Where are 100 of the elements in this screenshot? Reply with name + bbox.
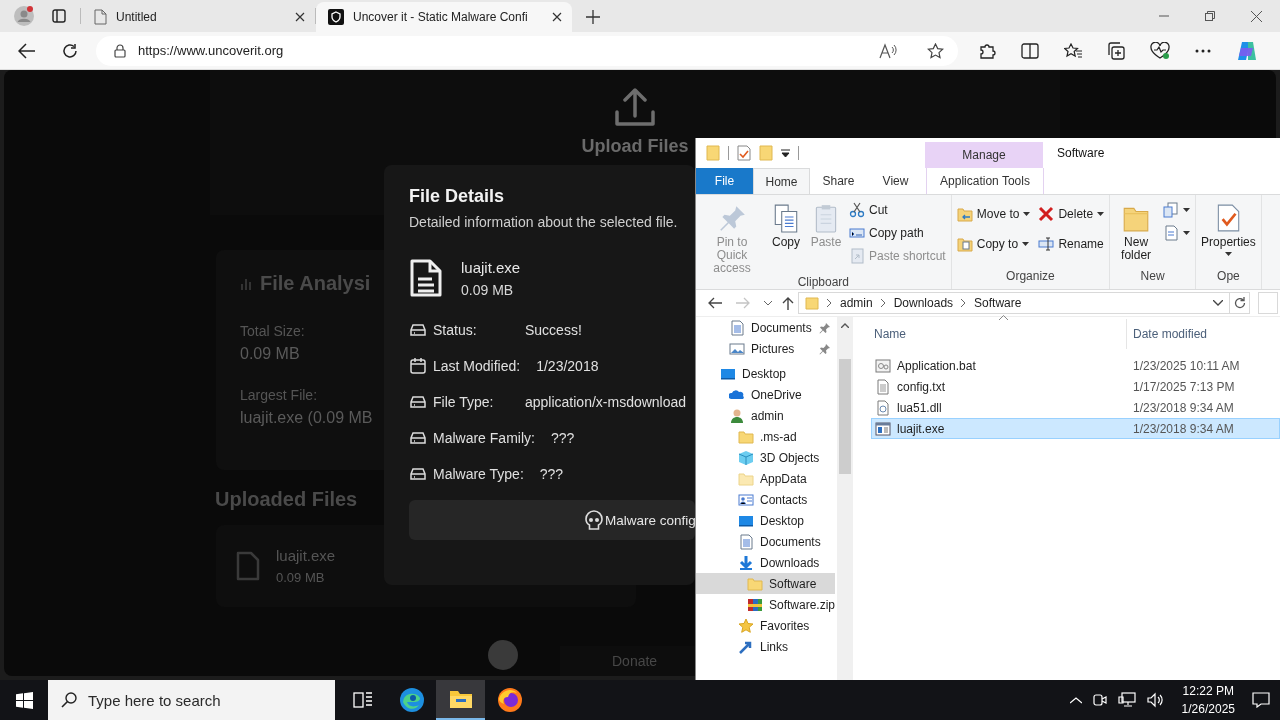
ribbon-tab[interactable]: File: [696, 168, 753, 194]
ribbon-button[interactable]: Copy to: [954, 233, 1033, 255]
column-header[interactable]: Name: [874, 327, 906, 341]
copilot-icon[interactable]: [1236, 39, 1258, 62]
caret-icon[interactable]: [781, 149, 790, 157]
windows-logo-icon[interactable]: [15, 691, 33, 709]
clock[interactable]: 12:22 PM 1/26/2025: [1181, 682, 1235, 718]
tree-item[interactable]: admin: [696, 405, 835, 426]
ribbon-tab[interactable]: Share: [810, 168, 867, 194]
folder-icon: [738, 470, 754, 487]
chevron-up-icon[interactable]: [1069, 696, 1082, 704]
up-arrow-icon[interactable]: [782, 296, 794, 310]
tree-item[interactable]: Favorites: [696, 615, 835, 636]
scrollbar-thumb[interactable]: [839, 359, 851, 474]
close-icon[interactable]: [295, 12, 305, 22]
malware-config-button[interactable]: Malware config: [409, 500, 695, 540]
lock-icon: [114, 43, 126, 58]
profile-avatar-icon[interactable]: [14, 6, 34, 26]
folder-icon[interactable]: [448, 689, 473, 709]
ribbon-button[interactable]: Copy path: [847, 222, 948, 244]
firefox-icon[interactable]: [496, 687, 523, 713]
ribbon-button[interactable]: [1161, 199, 1193, 221]
read-aloud-icon[interactable]: [879, 42, 897, 59]
browser-tab[interactable]: Untitled: [81, 2, 315, 32]
easy-access-icon: [1163, 225, 1180, 241]
tree-item[interactable]: Documents: [696, 531, 835, 552]
new-tab-icon[interactable]: [586, 10, 600, 24]
browser-tab[interactable]: Uncover it - Static Malware Confi: [316, 2, 572, 32]
dialog-title: File Details: [409, 186, 506, 207]
ribbon-tab[interactable]: Home: [753, 168, 810, 194]
notification-icon[interactable]: [1252, 692, 1270, 708]
drive-icon: [409, 430, 427, 446]
extensions-icon[interactable]: [978, 41, 996, 60]
ribbon-button[interactable]: Rename: [1036, 233, 1107, 255]
field-value: Success!: [525, 322, 582, 338]
analysis-title: File Analysi: [260, 272, 371, 295]
back-icon[interactable]: [708, 297, 722, 309]
more-icon[interactable]: [1195, 48, 1211, 53]
chevron-down-icon[interactable]: [1213, 300, 1223, 306]
search-field[interactable]: Type here to search: [48, 680, 335, 720]
tree-item[interactable]: Software.zip: [696, 594, 835, 615]
edge-icon[interactable]: [398, 687, 425, 713]
skull-icon: [585, 510, 603, 530]
star-icon[interactable]: [927, 42, 944, 59]
chevron-right-icon: [961, 299, 967, 307]
file-row[interactable]: Application.bat 1/23/2025 10:11 AM: [871, 355, 1280, 376]
back-icon[interactable]: [18, 42, 36, 59]
tree-item[interactable]: AppData: [696, 468, 835, 489]
field-label: Malware Family:: [433, 430, 535, 446]
drive-icon: [409, 322, 427, 338]
restore-icon[interactable]: [1205, 11, 1215, 21]
tree-item[interactable]: Contacts: [696, 489, 835, 510]
close-icon[interactable]: [1251, 10, 1262, 22]
address-field[interactable]: admin Downloads Software: [798, 292, 1230, 314]
file-name: luajit.exe: [276, 547, 336, 564]
meet-now-icon[interactable]: [1092, 692, 1107, 708]
file-row[interactable]: luajit.exe 1/23/2018 9:34 AM: [871, 418, 1280, 439]
refresh-icon[interactable]: [1233, 297, 1246, 309]
file-row[interactable]: config.txt 1/17/2025 7:13 PM: [871, 376, 1280, 397]
breadcrumb[interactable]: admin: [840, 296, 873, 310]
tree-item[interactable]: .ms-ad: [696, 426, 835, 447]
ribbon-tab[interactable]: View: [867, 168, 924, 194]
column-header[interactable]: Date modified: [1133, 327, 1208, 341]
caret-icon: [1023, 212, 1031, 216]
breadcrumb[interactable]: Downloads: [893, 296, 954, 310]
scrollbar[interactable]: [837, 317, 853, 680]
volume-icon[interactable]: [1146, 692, 1165, 708]
tree-item[interactable]: Downloads: [696, 552, 835, 573]
tree-item[interactable]: Documents: [696, 317, 835, 338]
tree-item[interactable]: Desktop: [696, 363, 835, 384]
tree-item[interactable]: 3D Objects: [696, 447, 835, 468]
close-icon[interactable]: [552, 12, 562, 22]
tab-actions-icon[interactable]: [52, 9, 66, 23]
task-view-icon[interactable]: [352, 691, 373, 709]
breadcrumb[interactable]: Software: [974, 296, 1022, 310]
batch-file-icon: [875, 357, 891, 374]
collections-icon[interactable]: [1107, 41, 1125, 60]
folder-icon: [805, 296, 819, 310]
network-icon[interactable]: [1117, 692, 1136, 708]
program-icon: [875, 420, 891, 437]
split-screen-icon[interactable]: [1021, 42, 1039, 59]
file-row[interactable]: lua51.dll 1/23/2018 9:34 AM: [871, 397, 1280, 418]
properties-icon[interactable]: [737, 145, 751, 161]
tree-item[interactable]: Links: [696, 636, 835, 657]
refresh-icon[interactable]: [62, 42, 78, 59]
field-value: ???: [550, 430, 575, 446]
heart-pulse-icon[interactable]: [1150, 41, 1170, 60]
search-field[interactable]: [1258, 292, 1278, 314]
file-icon: [236, 551, 260, 581]
chevron-right-icon: [827, 299, 832, 307]
tree-item[interactable]: Desktop: [696, 510, 835, 531]
favorites-icon[interactable]: [1064, 42, 1082, 59]
address-bar[interactable]: https://www.uncoverit.org: [96, 35, 958, 66]
tree-item[interactable]: Pictures: [696, 338, 835, 359]
ribbon-button[interactable]: New folder: [1113, 199, 1160, 262]
tree-item[interactable]: OneDrive: [696, 384, 835, 405]
chevron-down-icon[interactable]: [764, 300, 772, 306]
ribbon-button[interactable]: Properties: [1199, 199, 1258, 256]
caret-icon: [1022, 242, 1030, 246]
tree-item[interactable]: Software: [696, 573, 835, 594]
